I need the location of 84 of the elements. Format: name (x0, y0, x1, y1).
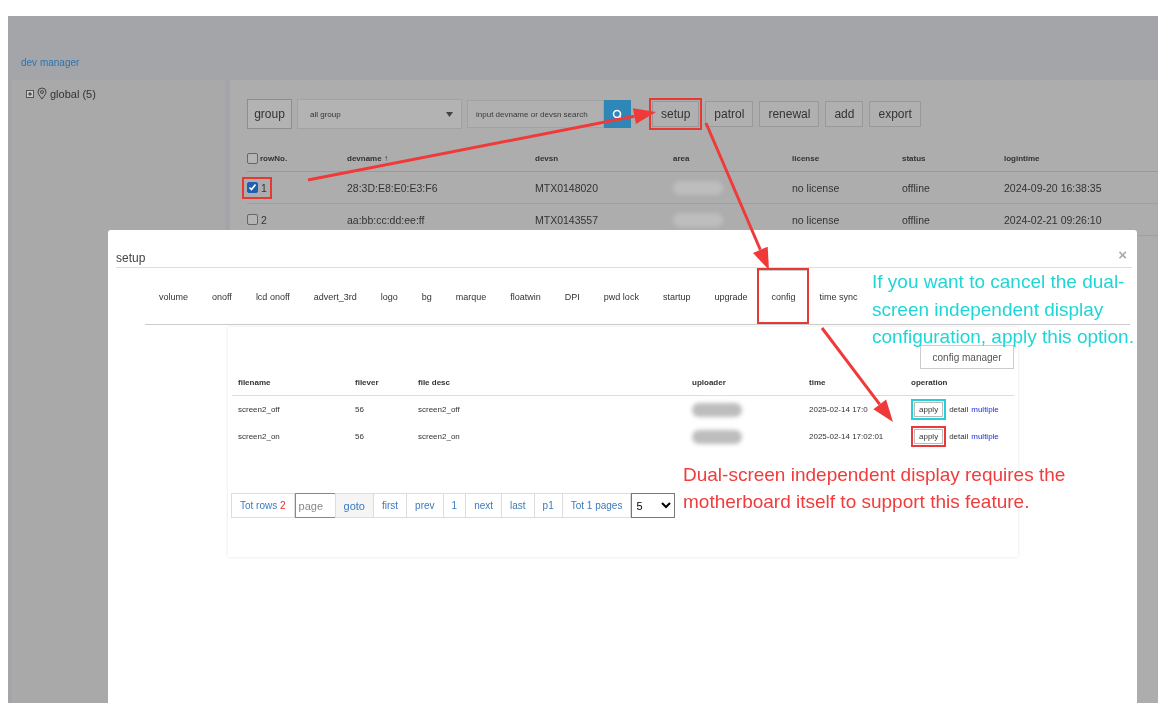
total-rows: Tot rows 2 (231, 493, 295, 518)
detail-link[interactable]: detail (949, 405, 969, 414)
table-cell: 2 (261, 213, 267, 226)
column-header: time (809, 377, 827, 387)
detail-link[interactable]: detail (949, 432, 969, 441)
apply-button[interactable]: apply (914, 429, 944, 444)
tab[interactable]: lcd onoff (243, 270, 302, 322)
column-header[interactable]: devsn (535, 153, 673, 163)
toolbar-button[interactable]: setup (652, 101, 700, 127)
pager-link[interactable]: p1 (533, 493, 563, 518)
column-header[interactable]: license (792, 153, 902, 163)
expand-icon[interactable] (26, 89, 34, 98)
group-button[interactable]: group (247, 99, 292, 129)
column-header: operation (911, 377, 949, 387)
tab[interactable]: upgrade (702, 270, 760, 322)
tree-item[interactable]: global (5) (50, 87, 96, 100)
search-icon (612, 108, 623, 120)
table-cell-text: MTX0148020 (535, 181, 600, 194)
table-cell-text: screen2_on (418, 432, 461, 441)
checkbox[interactable] (247, 214, 258, 225)
toolbar-button[interactable]: renewal (759, 101, 820, 127)
column-header[interactable]: status (902, 153, 1004, 163)
tab[interactable]: onoff (200, 270, 244, 322)
table-cell-text: MTX0143557 (535, 213, 600, 226)
tab[interactable]: startup (650, 270, 703, 322)
table-cell-text: screen2_on (238, 432, 281, 441)
toolbar-button[interactable]: patrol (705, 101, 754, 127)
column-header: filename (238, 377, 272, 387)
column-header[interactable]: logintime (1004, 153, 1158, 163)
pager-link[interactable]: first (373, 493, 408, 518)
pager-link[interactable]: Tot 1 pages (561, 493, 632, 518)
blurred-placeholder (692, 429, 742, 444)
table-cell-text: no license (792, 213, 841, 226)
column-header[interactable]: devname ↑ (347, 153, 535, 163)
dropdown-caret-icon (446, 111, 453, 117)
apply-button[interactable]: apply (914, 402, 944, 417)
table-cell-text: screen2_off (418, 405, 461, 414)
group-select[interactable]: all group (297, 99, 462, 129)
pager-link[interactable]: prev (406, 493, 444, 518)
pager-link[interactable]: next (465, 493, 503, 518)
column-header: uploader (692, 377, 727, 387)
multiple-link[interactable]: multiple (971, 432, 999, 441)
table-cell-text: 2025-02-14 17:0 (809, 405, 869, 414)
checkbox[interactable] (247, 182, 258, 193)
table-cell-text: 56 (355, 432, 365, 441)
tab[interactable]: pwd lock (591, 270, 651, 322)
table-cell-text: offline (902, 181, 931, 194)
tab[interactable]: DPI (552, 270, 592, 322)
column-header: rowNo. (260, 153, 288, 163)
toolbar-button[interactable]: export (869, 101, 921, 127)
column-header: filever (355, 377, 380, 387)
pager-link[interactable]: 1 (442, 493, 467, 518)
location-pin-icon (37, 87, 47, 100)
blurred-placeholder (692, 402, 742, 417)
multiple-link[interactable]: multiple (971, 405, 999, 414)
table-cell-text: offline (902, 213, 931, 226)
tab[interactable]: volume (147, 270, 200, 322)
table-cell-text: 2024-09-20 16:38:35 (1004, 181, 1103, 194)
column-header: file desc (418, 377, 451, 387)
tab[interactable]: logo (368, 270, 410, 322)
page-field[interactable]: page (294, 493, 336, 518)
goto-button[interactable]: goto (334, 493, 374, 518)
table-cell-text: 28:3D:E8:E0:E3:F6 (347, 181, 439, 194)
table-cell-text: 2024-02-21 09:26:10 (1004, 213, 1103, 226)
table-cell-text: 2025-02-14 17:02:01 (809, 432, 885, 441)
tab[interactable]: marque (443, 270, 499, 322)
table-cell-text: no license (792, 181, 841, 194)
search-field[interactable]: input devname or devsn search (467, 100, 604, 128)
pager-link[interactable]: last (501, 493, 535, 518)
tab[interactable]: floatwin (498, 270, 553, 322)
tab[interactable]: time sync (807, 270, 870, 322)
checkbox[interactable] (247, 152, 258, 164)
page-size-select[interactable]: 5 (631, 493, 676, 518)
tab[interactable]: bg (409, 270, 444, 322)
table-cell-text: 56 (355, 405, 365, 414)
annotation-note: Dual-screen independent display requires the motherboard itself to support this feature. (683, 463, 1067, 514)
dialog-title: setup (116, 251, 146, 265)
tab[interactable]: advert_3rd (301, 270, 369, 322)
table-cell-text: screen2_off (238, 405, 281, 414)
table-cell-text: aa:bb:cc:dd:ee:ff (347, 213, 426, 226)
column-header[interactable]: area (673, 153, 792, 163)
toolbar-button[interactable]: add (825, 101, 864, 127)
table-cell: 1 (261, 181, 267, 194)
tab[interactable]: config (759, 270, 808, 322)
